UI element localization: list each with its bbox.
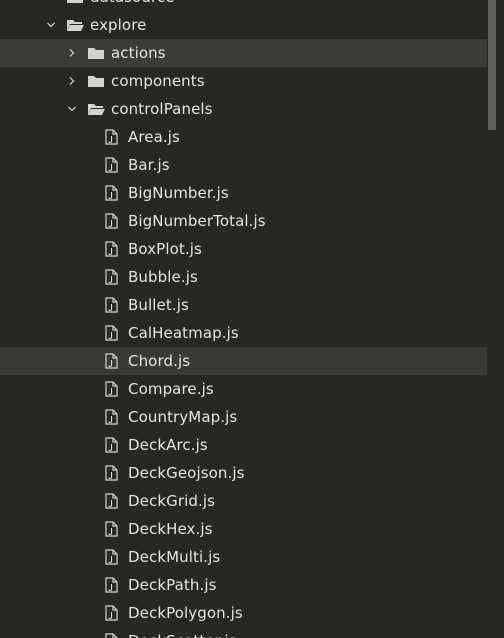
tree-file-item[interactable]: Compare.js [0,375,487,403]
tree-file-item[interactable]: DeckPolygon.js [0,599,487,627]
file-label: Chord.js [128,352,191,370]
js-file-icon [105,213,119,229]
file-label: Area.js [128,128,180,146]
js-file-icon [105,549,119,565]
file-label: BigNumber.js [128,184,229,202]
tree-file-item[interactable]: BoxPlot.js [0,235,487,263]
js-file-icon [105,129,119,145]
scrollbar-thumb[interactable] [488,0,496,130]
tree-file-item[interactable]: DeckGrid.js [0,487,487,515]
file-label: DeckMulti.js [128,548,221,566]
js-file-icon [105,241,119,257]
tree-file-item[interactable]: DeckScatter.js [0,627,487,638]
js-file-icon [105,493,119,509]
tree-file-item[interactable]: BigNumber.js [0,179,487,207]
file-label: DeckPath.js [128,576,217,594]
folder-open-icon [87,101,105,117]
file-label: Bullet.js [128,296,189,314]
file-label: BigNumberTotal.js [128,212,266,230]
js-file-icon [105,381,119,397]
tree-folder-datasource[interactable]: datasource [0,0,487,11]
folder-label: actions [111,44,166,62]
folder-label: explore [90,16,147,34]
js-file-icon [105,577,119,593]
tree-file-item[interactable]: CalHeatmap.js [0,319,487,347]
tree-file-item[interactable]: Chord.js [0,347,487,375]
scrollbar-track[interactable] [487,0,504,638]
file-label: DeckScatter.js [128,632,237,638]
tree-folder-controlpanels[interactable]: controlPanels [0,95,487,123]
file-label: DeckPolygon.js [128,604,243,622]
file-label: CountryMap.js [128,408,238,426]
tree-file-item[interactable]: Bar.js [0,151,487,179]
tree-file-item[interactable]: Bubble.js [0,263,487,291]
file-label: DeckArc.js [128,436,208,454]
js-file-icon [105,157,119,173]
file-label: Bubble.js [128,268,198,286]
folder-icon [66,0,84,5]
js-file-icon [105,465,119,481]
folder-label: controlPanels [111,100,213,118]
tree-file-item[interactable]: Area.js [0,123,487,151]
js-file-icon [105,409,119,425]
tree-file-item[interactable]: BigNumberTotal.js [0,207,487,235]
file-label: CalHeatmap.js [128,324,239,342]
tree-file-item[interactable]: DeckArc.js [0,431,487,459]
js-file-icon [105,605,119,621]
file-list: Area.js Bar.js BigNumber.js BigNumberTotal.… [0,123,487,638]
file-label: Compare.js [128,380,214,398]
js-file-icon [105,325,119,341]
folder-icon [87,45,105,61]
folder-label: components [111,72,205,90]
tree-file-item[interactable]: DeckPath.js [0,571,487,599]
js-file-icon [105,269,119,285]
js-file-icon [105,353,119,369]
tree-file-item[interactable]: Bullet.js [0,291,487,319]
file-label: Bar.js [128,156,170,174]
file-label: DeckHex.js [128,520,213,538]
tree-file-item[interactable]: DeckMulti.js [0,543,487,571]
js-file-icon [105,185,119,201]
chevron-right-icon[interactable] [65,46,79,60]
tree-folder-explore[interactable]: explore [0,11,487,39]
tree-folder-actions[interactable]: actions [0,39,487,67]
file-label: DeckGeojson.js [128,464,245,482]
js-file-icon [105,297,119,313]
js-file-icon [105,521,119,537]
tree-file-item[interactable]: DeckHex.js [0,515,487,543]
chevron-down-icon[interactable] [65,102,79,116]
folder-label: datasource [90,0,175,6]
folder-open-icon [66,17,84,33]
file-label: DeckGrid.js [128,492,216,510]
js-file-icon [105,437,119,453]
file-label: BoxPlot.js [128,240,202,258]
chevron-down-icon[interactable] [44,0,58,4]
tree-file-item[interactable]: DeckGeojson.js [0,459,487,487]
folder-icon [87,73,105,89]
chevron-right-icon[interactable] [65,74,79,88]
file-tree: datasource explore actions components [0,0,487,638]
js-file-icon [105,633,119,638]
tree-folder-components[interactable]: components [0,67,487,95]
tree-file-item[interactable]: CountryMap.js [0,403,487,431]
chevron-down-icon[interactable] [44,18,58,32]
